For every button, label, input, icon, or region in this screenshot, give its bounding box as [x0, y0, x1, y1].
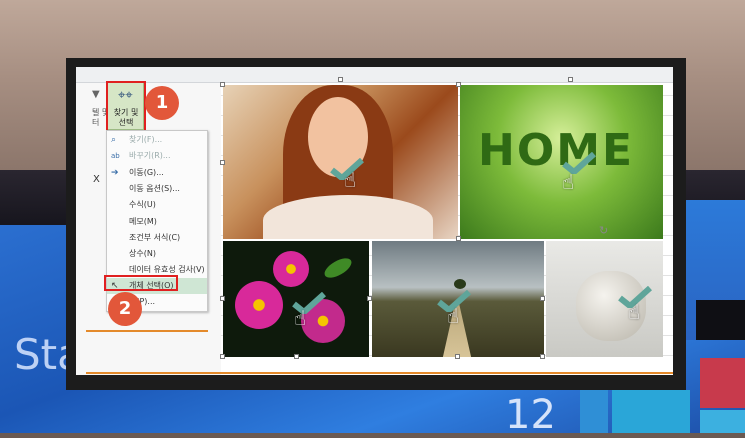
hand-cursor-icon: ☝: [628, 300, 641, 324]
step-badge-2: 2: [108, 292, 142, 326]
selection-handle[interactable]: [456, 82, 461, 87]
selection-handle[interactable]: [456, 236, 461, 241]
selection-handle[interactable]: [220, 354, 225, 359]
start-tile-video: [700, 358, 745, 408]
start-tile-photos: [612, 390, 690, 433]
menu-item-goto[interactable]: ➔ 이동(G)...: [107, 165, 207, 181]
selection-handle[interactable]: [338, 77, 343, 82]
selection-handle[interactable]: [540, 296, 545, 301]
menu-item-replace[interactable]: ab 바꾸기(R)...: [107, 148, 207, 164]
menu-item-goto-special[interactable]: 이동 옵션(S)...: [107, 181, 207, 197]
ribbon-bar: [76, 67, 673, 83]
hand-cursor-icon: ☝: [562, 170, 575, 194]
tile-number: 12: [505, 392, 556, 438]
home-text: HOME: [478, 125, 635, 176]
hand-cursor-icon: ☝: [294, 306, 307, 330]
selection-handle[interactable]: [294, 354, 299, 359]
selection-handle[interactable]: [455, 354, 460, 359]
start-tile: [580, 390, 608, 433]
rotate-handle-icon[interactable]: ↻: [599, 224, 608, 237]
replace-icon: ab: [111, 152, 120, 160]
arrow-right-icon: ➔: [111, 168, 119, 178]
divider-line: [86, 330, 208, 332]
hand-cursor-icon: ☝: [344, 168, 357, 192]
selection-handle[interactable]: [540, 354, 545, 359]
selection-handle[interactable]: [220, 82, 225, 87]
highlight-box-select-objects: [104, 275, 178, 291]
menu-item-find[interactable]: ⌕ 찾기(F)...: [107, 132, 207, 148]
selection-handle[interactable]: [220, 296, 225, 301]
highlight-box-find: [106, 81, 146, 132]
start-tile: [700, 410, 745, 433]
selection-handle[interactable]: [568, 77, 573, 82]
menu-item-formulas[interactable]: 수식(U): [107, 197, 207, 213]
cell-marker: X: [93, 174, 100, 185]
selection-handle[interactable]: [220, 160, 225, 165]
binoculars-icon: ⌕: [111, 135, 117, 145]
menu-item-constants[interactable]: 상수(N): [107, 246, 207, 262]
side-screen: [686, 200, 745, 340]
menu-item-conditional-format[interactable]: 조건부 서식(C): [107, 230, 207, 246]
hand-cursor-icon: ☝: [447, 304, 460, 328]
filter-icon[interactable]: ▼: [92, 90, 100, 100]
ribbon-label: 터: [92, 118, 100, 127]
menu-item-comments[interactable]: 메모(M): [107, 214, 207, 230]
selection-handle[interactable]: [367, 296, 372, 301]
step-badge-1: 1: [145, 86, 179, 120]
divider-line: [86, 372, 673, 374]
